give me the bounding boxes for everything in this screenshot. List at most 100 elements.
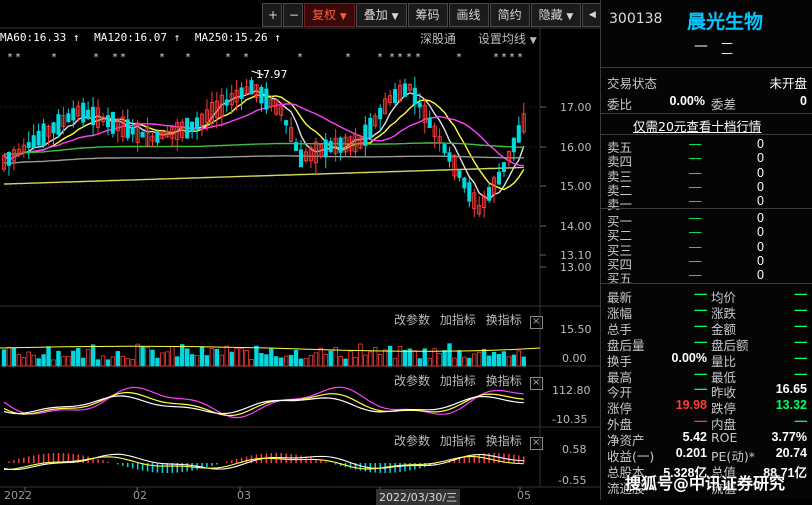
watermark: 搜狐号@中讯证券研究 xyxy=(625,474,786,493)
macd-panel xyxy=(3,386,524,419)
volume-bar xyxy=(41,354,46,367)
event-marker-icon: * xyxy=(94,52,99,63)
switch-indicator-button[interactable]: 换指标 xyxy=(486,313,522,327)
event-marker-icon: * xyxy=(121,52,126,63)
stat-value: 0.201 xyxy=(675,446,707,460)
event-marker-icon: * xyxy=(8,52,13,63)
volume-bar xyxy=(234,348,239,367)
add-indicator-button[interactable]: 加指标 xyxy=(440,434,476,448)
candle-body xyxy=(125,119,130,139)
volume-bar xyxy=(71,350,76,367)
volume-bar xyxy=(506,356,512,367)
volume-bar xyxy=(283,355,289,367)
volume-bar xyxy=(179,344,185,367)
volume-bar xyxy=(61,356,66,367)
volume-bar xyxy=(308,355,314,367)
event-markers: * * * * * * * * * * * * * * * * * * * * * * xyxy=(8,52,523,63)
volume-bar xyxy=(31,354,36,367)
kdj-tick: -0.55 xyxy=(558,474,587,487)
volume-bar xyxy=(382,349,388,367)
change-param-button[interactable]: 改参数 xyxy=(394,313,430,327)
close-icon[interactable]: × xyxy=(529,377,543,390)
volume-bar xyxy=(229,351,234,367)
volume-bar xyxy=(204,355,210,367)
event-marker-icon: * xyxy=(52,52,57,63)
kline-chart[interactable]: * * * * * * * * * * * * * * * * * * * * * * xyxy=(0,0,600,500)
event-marker-icon: * xyxy=(390,52,395,63)
volume-bar xyxy=(219,354,224,367)
volume-bar xyxy=(288,354,294,367)
volume-bar xyxy=(437,353,442,367)
candle-body xyxy=(140,131,145,138)
price-tick: 16.00 xyxy=(560,141,592,154)
ask-level-volume: 0 xyxy=(757,194,764,209)
candle-body xyxy=(447,152,452,162)
bid-level-row[interactable]: 买五 —0 xyxy=(607,268,809,286)
volume-bar xyxy=(363,354,368,367)
date-tick: 03 xyxy=(237,489,251,502)
quote-panel: 300138 晨光生物 — — — 交易状态 未开盘 委比 0.00% 委差 0… xyxy=(600,0,812,500)
add-indicator-button[interactable]: 加指标 xyxy=(440,313,476,327)
candle-body xyxy=(427,117,432,128)
event-marker-icon: * xyxy=(457,52,462,63)
switch-indicator-button[interactable]: 换指标 xyxy=(486,434,522,448)
volume-bar xyxy=(417,358,422,367)
change-param-button[interactable]: 改参数 xyxy=(394,374,430,388)
kdj-tick: 0.58 xyxy=(562,443,587,456)
stat-row: 涨停 19.98 跌停 13.32 xyxy=(607,398,809,416)
volume-bar xyxy=(397,345,403,367)
stat-value: 13.32 xyxy=(775,398,807,413)
volume-bar xyxy=(115,351,121,367)
stat-value: — xyxy=(694,382,708,397)
stat-value: — xyxy=(694,366,708,381)
add-indicator-button[interactable]: 加指标 xyxy=(440,374,476,388)
candle-body xyxy=(368,117,373,139)
volume-bar xyxy=(328,350,333,367)
volume-bar xyxy=(501,351,507,367)
weicha-label: 委差 xyxy=(711,97,737,112)
candle-body xyxy=(36,130,41,146)
change-param-button[interactable]: 改参数 xyxy=(394,434,430,448)
stat-value: 20.74 xyxy=(775,446,807,460)
level2-promo-link[interactable]: 仅需20元查看十档行情 xyxy=(633,116,761,135)
volume-bar xyxy=(160,352,165,367)
ask-level-price: — xyxy=(689,165,702,180)
volume-bar xyxy=(427,357,432,367)
stat-value: — xyxy=(794,350,808,365)
stat-row: 今开 — 昨收 16.65 xyxy=(607,382,809,400)
close-icon[interactable]: × xyxy=(529,316,543,329)
candle-body xyxy=(6,151,11,166)
volume-bar xyxy=(496,354,502,367)
volume-bar xyxy=(140,346,145,367)
close-icon[interactable]: × xyxy=(529,437,543,450)
high-price-label: 17.97 xyxy=(256,68,288,81)
weicha-value: 0 xyxy=(800,94,807,108)
bid-level-price: — xyxy=(689,239,702,254)
volume-bar xyxy=(462,356,467,367)
volume-bar xyxy=(373,346,378,367)
volume-bar xyxy=(491,351,497,367)
volume-bar xyxy=(11,347,17,367)
weibi-label: 委比 xyxy=(607,97,633,112)
stat-value: — xyxy=(794,318,808,333)
volume-bar xyxy=(66,356,71,367)
event-marker-icon: * xyxy=(244,52,249,63)
volume-bar xyxy=(358,343,363,367)
candle-body xyxy=(239,87,244,99)
candle-body xyxy=(457,170,462,178)
volume-bar xyxy=(26,351,31,367)
candle-body xyxy=(294,142,299,151)
price-tick: 17.00 xyxy=(560,101,592,114)
stock-price: — xyxy=(694,38,708,54)
stock-code: 300138 xyxy=(609,11,663,27)
candle-body xyxy=(194,117,200,130)
candle-body xyxy=(224,99,229,106)
volume-panel-controls: 改参数 加指标 换指标 × xyxy=(394,311,543,329)
event-marker-icon: * xyxy=(226,52,231,63)
volume-bar xyxy=(130,359,135,367)
switch-indicator-button[interactable]: 换指标 xyxy=(486,374,522,388)
volume-bar xyxy=(135,343,140,367)
stat-value: — xyxy=(694,414,708,429)
date-tick: 05 xyxy=(517,489,531,502)
candle-body xyxy=(298,149,304,168)
